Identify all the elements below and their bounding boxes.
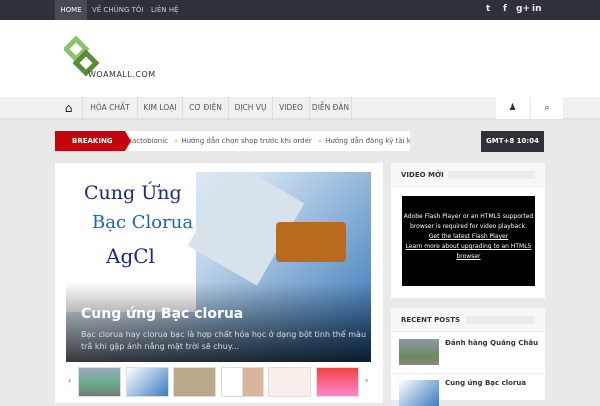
top-link-contact[interactable]: LIÊN HỆ [151,0,179,20]
post-thumb[interactable] [399,380,439,406]
ticker-item[interactable]: lactobionic [130,137,168,145]
twitter-icon[interactable]: t [486,4,490,14]
slide-description: Bạc clorua hay clorua bạc là hợp chất hó… [81,330,367,351]
post-title[interactable]: Cung ứng Bạc clorua [445,379,526,387]
slider-thumb[interactable] [221,367,264,397]
breaking-label: BREAKING [55,131,131,151]
slider-thumb[interactable] [268,367,311,397]
video-widget: VIDEO MỚI Adobe Flash Player or an HTML5… [391,163,545,298]
slide-image-text: AgCl [106,244,155,268]
user-icon[interactable]: ♟ [496,97,529,119]
slider-thumb[interactable] [173,367,216,397]
recent-posts-widget: RECENT POSTS Đánh hàng Quảng Châu Cung ứ… [391,308,545,406]
featured-slide[interactable]: Cung Ứng Bạc Clorua AgCl Cung ứng Bạc cl… [66,172,371,362]
linkedin-icon[interactable]: in [532,4,542,14]
header: WOAMALL.COM [0,20,600,97]
breaking-ticker: lactobionic» Hướng dẫn chọn shop trước kh… [130,137,410,145]
divider [391,373,545,374]
nav-item-video[interactable]: VIDEO [273,97,310,119]
video-player[interactable]: Adobe Flash Player or an HTML5 supported… [402,196,535,286]
slider-thumb[interactable] [316,367,359,397]
top-link-home[interactable]: HOME [55,0,87,20]
clock: GMT+8 10:04 [481,131,544,152]
top-link-about[interactable]: VỀ CHÚNG TÔI [92,0,143,20]
logo-text: WOAMALL.COM [88,70,156,79]
google-plus-icon[interactable]: g+ [516,4,530,14]
nav-item-chemicals[interactable]: HÓA CHẤT [83,97,138,119]
post-thumb[interactable] [399,339,439,365]
widget-title: VIDEO MỚI [391,163,545,187]
nav-item-metals[interactable]: KIM LOẠI [138,97,183,119]
slider-thumb[interactable] [78,367,121,397]
html5-upgrade-link[interactable]: Learn more about upgrading to an HTML5 b… [402,242,535,262]
facebook-icon[interactable]: f [503,4,507,14]
nav-item-electrical[interactable]: CƠ ĐIỆN [183,97,229,119]
search-icon[interactable]: ⌕ [530,97,563,119]
nav-item-services[interactable]: DỊCH VỤ [229,97,273,119]
slide-image-text: Cung Ứng [84,182,182,204]
flash-message: Adobe Flash Player or an HTML5 supported… [403,213,534,230]
post-title[interactable]: Đánh hàng Quảng Châu [445,339,538,347]
nav-item-forum[interactable]: DIỄN ĐÀN [310,97,352,119]
slide-title[interactable]: Cung ứng Bạc clorua [81,306,243,322]
next-arrow-icon[interactable]: › [365,376,368,385]
flash-player-link[interactable]: Get the latest Flash Player [402,232,535,242]
slide-image-text: Bạc Clorua [92,212,194,233]
ticker-item[interactable]: Hướng dẫn chọn shop trước khi order [181,137,312,145]
home-icon[interactable]: ⌂ [55,97,83,119]
ticker-item[interactable]: Hướng dẫn đăng ký tài k [325,137,410,145]
product-photo [276,222,346,262]
top-bar: HOME VỀ CHÚNG TÔI LIÊN HỆ t f g+ in [0,0,600,20]
slider-thumb[interactable] [126,367,169,397]
widget-title: RECENT POSTS [391,308,545,332]
prev-arrow-icon[interactable]: ‹ [68,376,71,385]
main-nav: ⌂ HÓA CHẤT KIM LOẠI CƠ ĐIỆN DỊCH VỤ VIDE… [0,97,600,120]
